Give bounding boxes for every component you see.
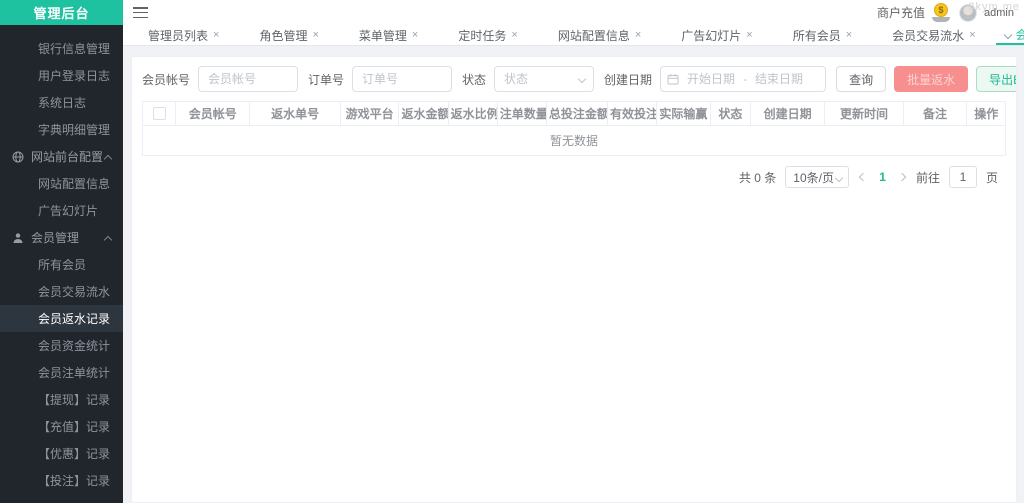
- sidebar-item-ad-slides[interactable]: 广告幻灯片: [0, 197, 123, 224]
- tabbar: 管理员列表× 角色管理× 菜单管理× 定时任务× 网站配置信息× 广告幻灯片× …: [123, 25, 1024, 46]
- col-rebate-amount: 返水金额: [399, 102, 448, 125]
- chevron-down-icon: [835, 174, 843, 182]
- tab-member-transactions[interactable]: 会员交易流水×: [872, 25, 995, 45]
- goto-label: 前往: [916, 169, 940, 186]
- close-icon[interactable]: ×: [846, 30, 852, 41]
- chevron-down-icon: [1004, 31, 1012, 39]
- col-create-date: 创建日期: [751, 102, 825, 125]
- col-total-bet-amount: 总投注金额: [546, 102, 607, 125]
- col-member-account: 会员帐号: [176, 102, 250, 125]
- sidebar-item-bet-records[interactable]: 【投注】记录: [0, 467, 123, 494]
- total-count: 共 0 条: [739, 169, 776, 186]
- sidebar-section-site-config[interactable]: 网站前台配置: [0, 143, 123, 170]
- sidebar-item-member-funds-stats[interactable]: 会员资金统计: [0, 332, 123, 359]
- panel: 会员帐号 订单号 状态 创建日期: [131, 56, 1017, 503]
- sidebar-item-site-config-info[interactable]: 网站配置信息: [0, 170, 123, 197]
- tab-site-config-info[interactable]: 网站配置信息×: [538, 25, 661, 45]
- user-icon: [12, 232, 24, 244]
- globe-icon: [12, 151, 24, 163]
- select-all-cell: [143, 102, 176, 125]
- filter-toolbar: 会员帐号 订单号 状态 创建日期: [142, 66, 1006, 92]
- sidebar-item-recharge-records[interactable]: 【充值】记录: [0, 413, 123, 440]
- next-page-button[interactable]: [897, 174, 907, 180]
- calendar-icon: [667, 73, 679, 85]
- col-game-platform: 游戏平台: [340, 102, 399, 125]
- sidebar-item-all-members[interactable]: 所有会员: [0, 251, 123, 278]
- topbar: 8kym.me 商户充值 $ admin: [123, 0, 1024, 25]
- merchant-recharge-link[interactable]: 商户充值: [877, 4, 925, 21]
- sidebar-item-dict-detail[interactable]: 字典明细管理: [0, 116, 123, 143]
- col-bet-count: 注单数量: [497, 102, 546, 125]
- watermark: 8kym.me: [968, 1, 1020, 13]
- col-rebate-ratio: 返水比例: [448, 102, 497, 125]
- current-page[interactable]: 1: [877, 170, 888, 184]
- sidebar-item-member-rebate-records[interactable]: 会员返水记录: [0, 305, 123, 332]
- page-size-select[interactable]: 10条/页: [785, 166, 849, 188]
- member-account-input[interactable]: [198, 66, 298, 92]
- close-icon[interactable]: ×: [312, 30, 318, 41]
- sidebar-item-withdraw-records[interactable]: 【提现】记录: [0, 386, 123, 413]
- member-account-label: 会员帐号: [142, 71, 190, 88]
- col-rebate-order-no: 返水单号: [250, 102, 341, 125]
- create-date-label: 创建日期: [604, 71, 652, 88]
- pagination: 共 0 条 10条/页 1 前往 页: [142, 166, 1006, 188]
- col-remark: 备注: [903, 102, 967, 125]
- status-label: 状态: [462, 71, 486, 88]
- end-date-input[interactable]: [751, 72, 807, 86]
- col-update-time: 更新时间: [825, 102, 903, 125]
- batch-rebate-button[interactable]: 批量返水: [894, 66, 968, 92]
- sidebar-menu: 银行信息管理 用户登录日志 系统日志 字典明细管理 网站前台配置 网站配置信息 …: [0, 25, 123, 503]
- rebate-table: 会员帐号 返水单号 游戏平台 返水金额 返水比例 注单数量 总投注金额 有效投注…: [142, 101, 1006, 156]
- date-range-picker[interactable]: -: [660, 66, 826, 92]
- goto-page-input[interactable]: [949, 166, 977, 188]
- sidebar-section-member-mgmt[interactable]: 会员管理: [0, 224, 123, 251]
- app-title: 管理后台: [0, 0, 123, 25]
- order-no-label: 订单号: [308, 71, 344, 88]
- date-separator: -: [743, 72, 747, 86]
- order-no-input[interactable]: [352, 66, 452, 92]
- prev-page-button[interactable]: [858, 174, 868, 180]
- sidebar-item-member-bet-stats[interactable]: 会员注单统计: [0, 359, 123, 386]
- tab-ad-slides[interactable]: 广告幻灯片×: [661, 25, 772, 45]
- content: 会员帐号 订单号 状态 创建日期: [123, 46, 1024, 503]
- status-select[interactable]: [494, 66, 594, 92]
- sidebar: 管理后台 银行信息管理 用户登录日志 系统日志 字典明细管理 网站前台配置 网站…: [0, 0, 123, 503]
- export-excel-button[interactable]: 导出Excel: [976, 66, 1017, 92]
- chevron-up-icon: [104, 236, 112, 244]
- tab-all-members[interactable]: 所有会员×: [773, 25, 872, 45]
- app-window: 管理后台 银行信息管理 用户登录日志 系统日志 字典明细管理 网站前台配置 网站…: [0, 0, 1024, 503]
- col-status: 状态: [710, 102, 751, 125]
- tab-menu-mgmt[interactable]: 菜单管理×: [339, 25, 438, 45]
- col-valid-bet: 有效投注: [608, 102, 657, 125]
- search-button[interactable]: 查询: [836, 66, 886, 92]
- close-icon[interactable]: ×: [213, 30, 219, 41]
- table-header-row: 会员帐号 返水单号 游戏平台 返水金额 返水比例 注单数量 总投注金额 有效投注…: [143, 102, 1005, 125]
- tab-scheduled-tasks[interactable]: 定时任务×: [438, 25, 537, 45]
- empty-state-text: 暂无数据: [143, 125, 1005, 155]
- hamburger-menu-icon[interactable]: [133, 7, 148, 18]
- main-area: 8kym.me 商户充值 $ admin 管理员列表× 角色管理× 菜单管理× …: [123, 0, 1024, 503]
- col-operation: 操作: [967, 102, 1005, 125]
- tabs-dropdown[interactable]: [998, 25, 1018, 45]
- close-icon[interactable]: ×: [746, 30, 752, 41]
- sidebar-item-system-log[interactable]: 系统日志: [0, 89, 123, 116]
- tab-role-mgmt[interactable]: 角色管理×: [239, 25, 338, 45]
- start-date-input[interactable]: [683, 72, 739, 86]
- close-icon[interactable]: ×: [412, 30, 418, 41]
- col-actual-winloss: 实际输赢: [657, 102, 710, 125]
- sidebar-item-member-transactions[interactable]: 会员交易流水: [0, 278, 123, 305]
- sidebar-item-login-log[interactable]: 用户登录日志: [0, 62, 123, 89]
- coin-hand-icon[interactable]: $: [932, 3, 952, 23]
- sidebar-item-bonus-records[interactable]: 【优惠】记录: [0, 440, 123, 467]
- page-unit-label: 页: [986, 169, 998, 186]
- select-all-checkbox[interactable]: [153, 107, 166, 120]
- chevron-up-icon: [104, 155, 112, 163]
- empty-state-row: 暂无数据: [143, 125, 1005, 155]
- sidebar-item-bank-info[interactable]: 银行信息管理: [0, 35, 123, 62]
- close-icon[interactable]: ×: [635, 30, 641, 41]
- close-icon[interactable]: ×: [969, 30, 975, 41]
- tab-admin-list[interactable]: 管理员列表×: [128, 25, 239, 45]
- close-icon[interactable]: ×: [511, 30, 517, 41]
